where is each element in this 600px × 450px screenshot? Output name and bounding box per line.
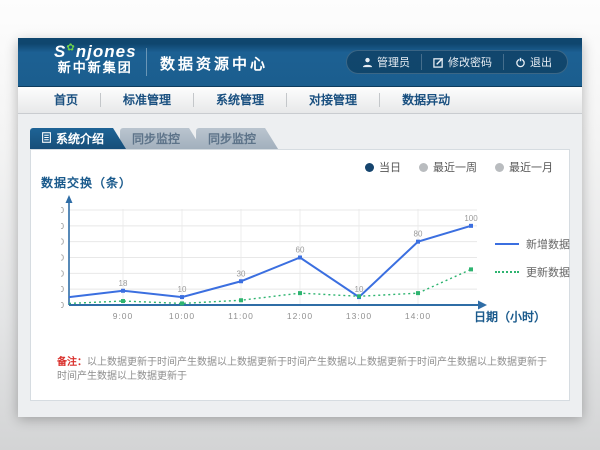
tab-system-intro-label: 系统介绍 [56, 130, 104, 147]
svg-text:9:00: 9:00 [113, 311, 134, 321]
logo-text-en: S✿njones [54, 43, 137, 61]
user-menu-admin[interactable]: 管理员 [351, 54, 421, 70]
user-menu-change-password-label: 修改密码 [448, 54, 492, 70]
svg-text:10:00: 10:00 [169, 311, 195, 321]
app-window: S✿njones 新中新集团 数据资源中心 管理员 修改密码 [18, 38, 582, 415]
range-filter: 当日 最近一周 最近一月 [365, 159, 553, 175]
svg-text:18: 18 [119, 279, 128, 288]
radio-today-label: 当日 [379, 159, 401, 175]
dotted-line-icon [495, 271, 519, 273]
svg-text:60: 60 [61, 253, 65, 263]
header-divider [146, 48, 147, 76]
svg-text:14:00: 14:00 [405, 311, 431, 321]
svg-text:80: 80 [61, 237, 65, 247]
legend-updated-data: 更新数据 [495, 264, 570, 280]
svg-text:100: 100 [61, 221, 65, 231]
logo-text-cn: 新中新集团 [54, 61, 137, 75]
chart-panel: 当日 最近一周 最近一月 数据交换（条） 0 20 40 60 80 100 120 9:00… [30, 149, 570, 401]
radio-selected-icon [365, 163, 374, 172]
user-menu-logout-label: 退出 [530, 54, 552, 70]
user-menu-logout[interactable]: 退出 [503, 54, 563, 70]
tab-sync-monitor-1-label: 同步监控 [132, 130, 180, 147]
tab-sync-monitor-2-label: 同步监控 [208, 130, 256, 147]
svg-text:30: 30 [237, 269, 246, 278]
document-icon [42, 132, 51, 146]
power-icon [515, 57, 526, 68]
radio-today[interactable]: 当日 [365, 159, 401, 175]
line-chart: 0 20 40 60 80 100 120 9:00 10:00 11:00 12:00 13:00 1… [61, 195, 493, 325]
svg-text:10: 10 [355, 285, 364, 294]
y-axis-title: 数据交换（条） [41, 174, 132, 191]
edit-icon [433, 57, 444, 68]
content-area: 系统介绍 同步监控 同步监控 当日 最近一周 [18, 114, 582, 417]
svg-text:12:00: 12:00 [287, 311, 313, 321]
main-nav: 首页 标准管理 系统管理 对接管理 数据异动 [18, 87, 582, 114]
nav-item-home[interactable]: 首页 [32, 93, 101, 107]
legend-updated-data-label: 更新数据 [526, 264, 570, 280]
legend-new-data: 新增数据 [495, 236, 570, 252]
svg-text:80: 80 [414, 230, 423, 239]
svg-text:0: 0 [61, 300, 65, 310]
page-title: 数据资源中心 [160, 53, 268, 74]
tab-bar: 系统介绍 同步监控 同步监控 [30, 128, 278, 149]
svg-text:120: 120 [61, 205, 65, 215]
logo-leaf-icon: ✿ [66, 42, 75, 53]
radio-last-month-label: 最近一月 [509, 159, 553, 175]
svg-text:13:00: 13:00 [346, 311, 372, 321]
radio-last-week-label: 最近一周 [433, 159, 477, 175]
radio-unselected-icon [419, 163, 428, 172]
user-menu: 管理员 修改密码 退出 [346, 50, 568, 74]
chart-legend: 新增数据 更新数据 [495, 236, 570, 280]
svg-text:20: 20 [61, 284, 65, 294]
svg-text:40: 40 [61, 268, 65, 278]
svg-text:11:00: 11:00 [228, 311, 254, 321]
footnote-text: 以上数据更新于时间产生数据以上数据更新于时间产生数据以上数据更新于时间产生数据以… [57, 357, 547, 382]
footnote: 备注：以上数据更新于时间产生数据以上数据更新于时间产生数据以上数据更新于时间产生… [57, 356, 549, 384]
tab-sync-monitor-2[interactable]: 同步监控 [196, 128, 278, 149]
nav-item-standard-mgmt[interactable]: 标准管理 [101, 93, 194, 107]
legend-new-data-label: 新增数据 [526, 236, 570, 252]
user-menu-change-password[interactable]: 修改密码 [421, 54, 503, 70]
radio-last-week[interactable]: 最近一周 [419, 159, 477, 175]
svg-text:100: 100 [464, 214, 478, 223]
tab-sync-monitor-1[interactable]: 同步监控 [120, 128, 202, 149]
nav-item-interface-mgmt[interactable]: 对接管理 [287, 93, 380, 107]
user-icon [362, 57, 373, 68]
app-header: S✿njones 新中新集团 数据资源中心 管理员 修改密码 [18, 38, 582, 87]
logo: S✿njones 新中新集团 [54, 43, 137, 74]
nav-item-data-change[interactable]: 数据异动 [380, 93, 472, 107]
svg-text:60: 60 [296, 246, 305, 255]
footnote-prefix: 备注： [57, 357, 87, 368]
radio-unselected-icon [495, 163, 504, 172]
x-axis-title: 日期（小时） [474, 308, 546, 325]
nav-item-system-mgmt[interactable]: 系统管理 [194, 93, 287, 107]
user-menu-admin-label: 管理员 [377, 54, 410, 70]
tab-system-intro[interactable]: 系统介绍 [30, 128, 126, 149]
solid-line-icon [495, 243, 519, 245]
svg-text:10: 10 [178, 285, 187, 294]
radio-last-month[interactable]: 最近一月 [495, 159, 553, 175]
